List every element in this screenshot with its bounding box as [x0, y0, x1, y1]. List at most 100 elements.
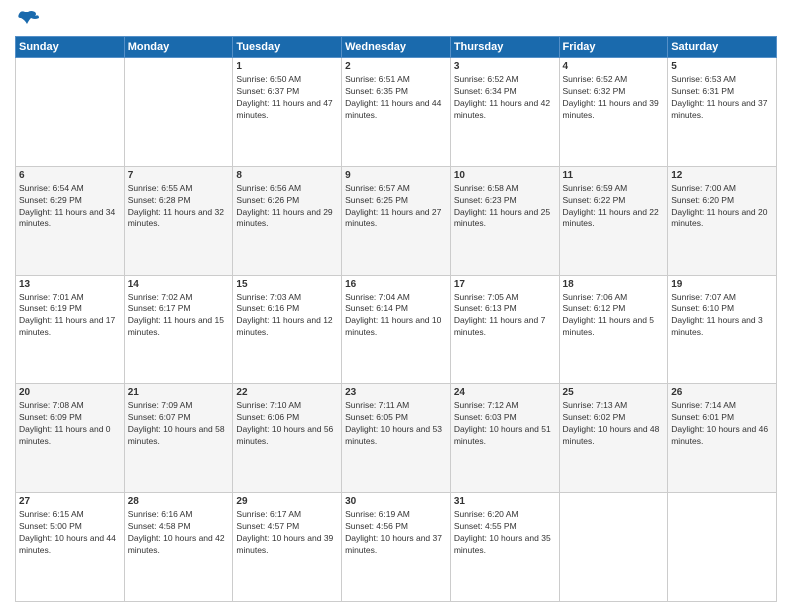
logo — [15, 10, 39, 28]
day-cell: 2 Sunrise: 6:51 AM Sunset: 6:35 PM Daylig… — [342, 58, 451, 167]
day-info: Sunrise: 6:56 AM Sunset: 6:26 PM Dayligh… — [236, 183, 338, 231]
day-cell: 30 Sunrise: 6:19 AM Sunset: 4:56 PM Dayli… — [342, 493, 451, 602]
day-number: 23 — [345, 387, 447, 398]
day-number: 29 — [236, 496, 338, 507]
day-number: 13 — [19, 279, 121, 290]
day-info: Sunrise: 6:17 AM Sunset: 4:57 PM Dayligh… — [236, 509, 338, 557]
day-number: 7 — [128, 170, 230, 181]
day-cell: 9 Sunrise: 6:57 AM Sunset: 6:25 PM Daylig… — [342, 166, 451, 275]
week-row-5: 27 Sunrise: 6:15 AM Sunset: 5:00 PM Dayli… — [16, 493, 777, 602]
week-row-4: 20 Sunrise: 7:08 AM Sunset: 6:09 PM Dayli… — [16, 384, 777, 493]
day-number: 17 — [454, 279, 556, 290]
page: SundayMondayTuesdayWednesdayThursdayFrid… — [0, 0, 792, 612]
day-number: 19 — [671, 279, 773, 290]
day-info: Sunrise: 6:51 AM Sunset: 6:35 PM Dayligh… — [345, 74, 447, 122]
day-info: Sunrise: 6:52 AM Sunset: 6:34 PM Dayligh… — [454, 74, 556, 122]
day-cell: 8 Sunrise: 6:56 AM Sunset: 6:26 PM Daylig… — [233, 166, 342, 275]
day-info: Sunrise: 6:53 AM Sunset: 6:31 PM Dayligh… — [671, 74, 773, 122]
day-number: 27 — [19, 496, 121, 507]
weekday-tuesday: Tuesday — [233, 37, 342, 58]
day-info: Sunrise: 7:06 AM Sunset: 6:12 PM Dayligh… — [563, 292, 665, 340]
day-info: Sunrise: 7:13 AM Sunset: 6:02 PM Dayligh… — [563, 400, 665, 448]
day-info: Sunrise: 7:04 AM Sunset: 6:14 PM Dayligh… — [345, 292, 447, 340]
day-cell: 5 Sunrise: 6:53 AM Sunset: 6:31 PM Daylig… — [668, 58, 777, 167]
day-number: 6 — [19, 170, 121, 181]
day-number: 11 — [563, 170, 665, 181]
weekday-wednesday: Wednesday — [342, 37, 451, 58]
day-info: Sunrise: 7:11 AM Sunset: 6:05 PM Dayligh… — [345, 400, 447, 448]
day-number: 18 — [563, 279, 665, 290]
day-info: Sunrise: 7:07 AM Sunset: 6:10 PM Dayligh… — [671, 292, 773, 340]
weekday-thursday: Thursday — [450, 37, 559, 58]
day-info: Sunrise: 6:20 AM Sunset: 4:55 PM Dayligh… — [454, 509, 556, 557]
weekday-sunday: Sunday — [16, 37, 125, 58]
day-cell: 26 Sunrise: 7:14 AM Sunset: 6:01 PM Dayli… — [668, 384, 777, 493]
day-number: 3 — [454, 61, 556, 72]
day-number: 1 — [236, 61, 338, 72]
day-info: Sunrise: 6:57 AM Sunset: 6:25 PM Dayligh… — [345, 183, 447, 231]
day-cell: 27 Sunrise: 6:15 AM Sunset: 5:00 PM Dayli… — [16, 493, 125, 602]
day-cell — [668, 493, 777, 602]
day-info: Sunrise: 6:59 AM Sunset: 6:22 PM Dayligh… — [563, 183, 665, 231]
day-number: 21 — [128, 387, 230, 398]
day-info: Sunrise: 6:58 AM Sunset: 6:23 PM Dayligh… — [454, 183, 556, 231]
day-cell: 31 Sunrise: 6:20 AM Sunset: 4:55 PM Dayli… — [450, 493, 559, 602]
day-cell: 17Sunrise: 7:05 AM Sunset: 6:13 PM Dayli… — [450, 275, 559, 384]
day-cell: 14Sunrise: 7:02 AM Sunset: 6:17 PM Dayli… — [124, 275, 233, 384]
day-cell: 21 Sunrise: 7:09 AM Sunset: 6:07 PM Dayli… — [124, 384, 233, 493]
day-info: Sunrise: 7:14 AM Sunset: 6:01 PM Dayligh… — [671, 400, 773, 448]
day-info: Sunrise: 6:15 AM Sunset: 5:00 PM Dayligh… — [19, 509, 121, 557]
logo-bird-icon — [17, 10, 39, 28]
day-info: Sunrise: 7:09 AM Sunset: 6:07 PM Dayligh… — [128, 400, 230, 448]
day-cell: 29 Sunrise: 6:17 AM Sunset: 4:57 PM Dayli… — [233, 493, 342, 602]
day-info: Sunrise: 6:16 AM Sunset: 4:58 PM Dayligh… — [128, 509, 230, 557]
day-cell: 6 Sunrise: 6:54 AM Sunset: 6:29 PM Daylig… — [16, 166, 125, 275]
day-cell: 3 Sunrise: 6:52 AM Sunset: 6:34 PM Daylig… — [450, 58, 559, 167]
day-number: 4 — [563, 61, 665, 72]
day-cell: 10 Sunrise: 6:58 AM Sunset: 6:23 PM Dayli… — [450, 166, 559, 275]
day-info: Sunrise: 6:52 AM Sunset: 6:32 PM Dayligh… — [563, 74, 665, 122]
day-cell: 11 Sunrise: 6:59 AM Sunset: 6:22 PM Dayli… — [559, 166, 668, 275]
day-info: Sunrise: 6:50 AM Sunset: 6:37 PM Dayligh… — [236, 74, 338, 122]
weekday-monday: Monday — [124, 37, 233, 58]
day-number: 28 — [128, 496, 230, 507]
weekday-saturday: Saturday — [668, 37, 777, 58]
day-number: 10 — [454, 170, 556, 181]
calendar-table: SundayMondayTuesdayWednesdayThursdayFrid… — [15, 36, 777, 602]
day-number: 2 — [345, 61, 447, 72]
day-number: 25 — [563, 387, 665, 398]
day-number: 12 — [671, 170, 773, 181]
day-number: 22 — [236, 387, 338, 398]
day-cell: 15 Sunrise: 7:03 AM Sunset: 6:16 PM Dayli… — [233, 275, 342, 384]
day-info: Sunrise: 7:01 AM Sunset: 6:19 PM Dayligh… — [19, 292, 121, 340]
day-number: 15 — [236, 279, 338, 290]
day-info: Sunrise: 7:00 AM Sunset: 6:20 PM Dayligh… — [671, 183, 773, 231]
day-cell: 18 Sunrise: 7:06 AM Sunset: 6:12 PM Dayli… — [559, 275, 668, 384]
day-info: Sunrise: 7:10 AM Sunset: 6:06 PM Dayligh… — [236, 400, 338, 448]
day-cell: 22 Sunrise: 7:10 AM Sunset: 6:06 PM Dayli… — [233, 384, 342, 493]
day-cell: 12 Sunrise: 7:00 AM Sunset: 6:20 PM Dayli… — [668, 166, 777, 275]
day-cell — [559, 493, 668, 602]
day-number: 24 — [454, 387, 556, 398]
day-number: 20 — [19, 387, 121, 398]
day-number: 9 — [345, 170, 447, 181]
day-cell: 23 Sunrise: 7:11 AM Sunset: 6:05 PM Dayli… — [342, 384, 451, 493]
day-cell: 7Sunrise: 6:55 AM Sunset: 6:28 PM Daylig… — [124, 166, 233, 275]
day-cell: 28 Sunrise: 6:16 AM Sunset: 4:58 PM Dayli… — [124, 493, 233, 602]
weekday-header-row: SundayMondayTuesdayWednesdayThursdayFrid… — [16, 37, 777, 58]
day-number: 30 — [345, 496, 447, 507]
day-info: Sunrise: 6:54 AM Sunset: 6:29 PM Dayligh… — [19, 183, 121, 231]
day-number: 14 — [128, 279, 230, 290]
day-number: 8 — [236, 170, 338, 181]
day-number: 31 — [454, 496, 556, 507]
day-cell: 19 Sunrise: 7:07 AM Sunset: 6:10 PM Dayli… — [668, 275, 777, 384]
header — [15, 10, 777, 28]
day-number: 5 — [671, 61, 773, 72]
day-info: Sunrise: 7:03 AM Sunset: 6:16 PM Dayligh… — [236, 292, 338, 340]
day-info: Sunrise: 7:08 AM Sunset: 6:09 PM Dayligh… — [19, 400, 121, 448]
day-cell: 25 Sunrise: 7:13 AM Sunset: 6:02 PM Dayli… — [559, 384, 668, 493]
day-number: 26 — [671, 387, 773, 398]
week-row-2: 6 Sunrise: 6:54 AM Sunset: 6:29 PM Daylig… — [16, 166, 777, 275]
day-cell: 16Sunrise: 7:04 AM Sunset: 6:14 PM Dayli… — [342, 275, 451, 384]
day-info: Sunrise: 6:19 AM Sunset: 4:56 PM Dayligh… — [345, 509, 447, 557]
